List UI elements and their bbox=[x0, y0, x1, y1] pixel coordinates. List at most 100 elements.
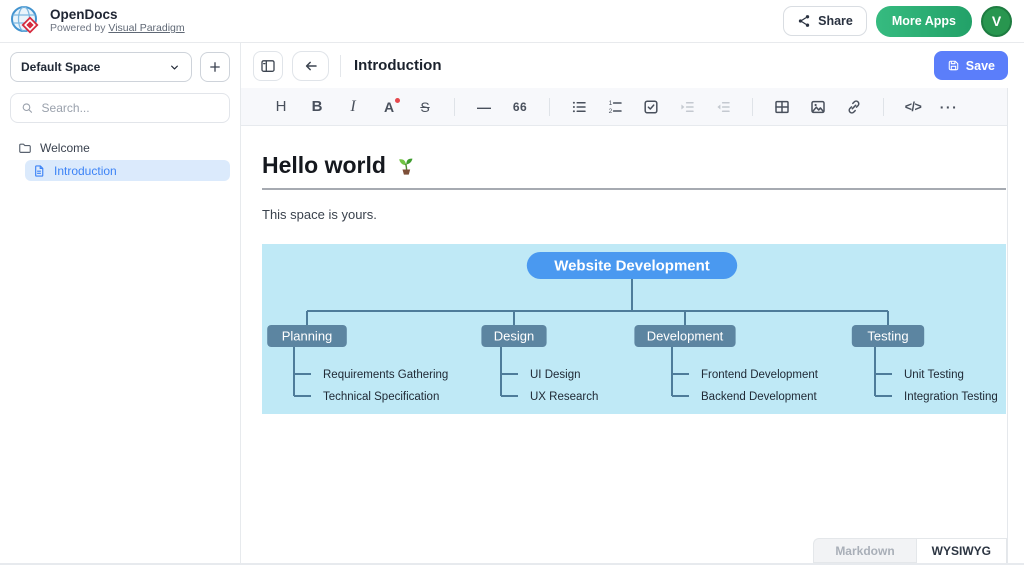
heading-button[interactable]: H bbox=[266, 93, 296, 121]
mindmap-leaf-label: UX Research bbox=[530, 391, 598, 403]
task-list-button[interactable] bbox=[636, 93, 666, 121]
powered-by-prefix: Powered by bbox=[50, 22, 108, 34]
bold-button-glyph: B bbox=[312, 98, 323, 115]
space-selector-value: Default Space bbox=[21, 60, 100, 74]
image-button[interactable] bbox=[803, 93, 833, 121]
formatting-toolbar: H B I A S — 66 12 </> ··· bbox=[241, 88, 1007, 126]
table-button[interactable] bbox=[767, 93, 797, 121]
link-button[interactable] bbox=[839, 93, 869, 121]
mindmap-leaf-label: Backend Development bbox=[701, 391, 818, 403]
mindmap-branch-label: Design bbox=[494, 329, 534, 344]
horizontal-rule-button[interactable]: — bbox=[469, 93, 499, 121]
plus-icon bbox=[208, 60, 222, 74]
panel-toggle-icon bbox=[260, 58, 276, 74]
document-paragraph: This space is yours. bbox=[262, 207, 1007, 222]
mindmap-branch-label: Testing bbox=[867, 329, 908, 344]
document-heading-text: Hello world bbox=[262, 152, 386, 179]
save-button[interactable]: Save bbox=[934, 51, 1008, 80]
opendocs-window: OpenDocs Powered by Visual Paradigm Shar… bbox=[0, 0, 1024, 565]
outdent-button bbox=[708, 93, 738, 121]
ordered-list-button[interactable]: 12 bbox=[600, 93, 630, 121]
sidebar-item-welcome[interactable]: Welcome bbox=[10, 137, 230, 158]
toolbar-divider bbox=[454, 98, 455, 116]
save-button-label: Save bbox=[966, 59, 995, 73]
page-title: Introduction bbox=[354, 57, 441, 74]
editor-header: Introduction Save bbox=[241, 43, 1024, 88]
share-button-label: Share bbox=[818, 14, 853, 28]
mindmap-leaf-label: Frontend Development bbox=[701, 369, 819, 381]
page-tree: Welcome Introduction bbox=[10, 137, 230, 181]
code-button-glyph: </> bbox=[905, 100, 922, 114]
mindmap-leaf-label: Integration Testing bbox=[904, 391, 998, 403]
more-button-glyph: ··· bbox=[940, 99, 959, 115]
mindmap-root-label: Website Development bbox=[554, 258, 710, 275]
search-icon bbox=[21, 101, 34, 115]
mindmap-leaf-label: Technical Specification bbox=[323, 391, 439, 403]
app-title: OpenDocs bbox=[50, 7, 185, 22]
italic-button-glyph: I bbox=[350, 98, 355, 116]
heading-button-glyph: H bbox=[276, 98, 287, 115]
mode-tab-markdown[interactable]: Markdown bbox=[813, 538, 915, 563]
arrow-left-icon bbox=[303, 58, 319, 74]
blockquote-button-glyph: 66 bbox=[513, 100, 527, 114]
document-heading: Hello world bbox=[262, 152, 1007, 179]
body: Default Space WelcomeIntrod bbox=[0, 43, 1024, 563]
brand-text: OpenDocs Powered by Visual Paradigm bbox=[50, 7, 185, 35]
top-header: OpenDocs Powered by Visual Paradigm Shar… bbox=[0, 0, 1024, 43]
font-color-button-glyph: A bbox=[384, 99, 394, 115]
more-button[interactable]: ··· bbox=[934, 93, 964, 121]
back-button[interactable] bbox=[292, 51, 329, 81]
sidebar: Default Space WelcomeIntrod bbox=[0, 43, 241, 563]
search-box[interactable] bbox=[10, 93, 230, 123]
blockquote-button[interactable]: 66 bbox=[505, 93, 535, 121]
scrollbar-gutter[interactable] bbox=[1007, 88, 1024, 563]
share-button[interactable]: Share bbox=[783, 6, 867, 36]
document-column: H B I A S — 66 12 </> ··· Hello world bbox=[241, 88, 1007, 563]
share-icon bbox=[797, 14, 811, 28]
more-apps-button[interactable]: More Apps bbox=[876, 6, 972, 37]
mindmap-leaf-label: Unit Testing bbox=[904, 369, 964, 381]
visual-paradigm-globe-icon bbox=[10, 5, 42, 37]
visual-paradigm-link[interactable]: Visual Paradigm bbox=[108, 22, 184, 34]
mindmap-branch-label: Development bbox=[647, 329, 724, 344]
sidebar-item-introduction[interactable]: Introduction bbox=[25, 160, 230, 181]
italic-button[interactable]: I bbox=[338, 93, 368, 121]
folder-icon bbox=[18, 141, 32, 155]
document-canvas[interactable]: Hello world This space is yours. Website… bbox=[241, 126, 1007, 563]
tree-item-label: Welcome bbox=[40, 141, 90, 155]
chevron-down-icon bbox=[168, 61, 181, 74]
mindmap-branch-label: Planning bbox=[282, 329, 333, 344]
mindmap-leaf-label: Requirements Gathering bbox=[323, 369, 448, 381]
indent-button bbox=[672, 93, 702, 121]
powered-by: Powered by Visual Paradigm bbox=[50, 22, 185, 35]
mindmap-diagram[interactable]: Website Development Requirements Gatherin… bbox=[262, 244, 1006, 414]
strikethrough-button[interactable]: S bbox=[410, 93, 440, 121]
user-avatar[interactable]: V bbox=[981, 6, 1012, 37]
toolbar-divider bbox=[752, 98, 753, 116]
svg-text:1: 1 bbox=[609, 100, 613, 107]
toolbar-divider bbox=[883, 98, 884, 116]
svg-text:2: 2 bbox=[609, 108, 613, 115]
space-selector[interactable]: Default Space bbox=[10, 52, 192, 82]
code-button[interactable]: </> bbox=[898, 93, 928, 121]
save-icon bbox=[947, 59, 960, 72]
mode-toggle: MarkdownWYSIWYG bbox=[813, 538, 1007, 563]
font-color-button[interactable]: A bbox=[374, 93, 404, 121]
editor-body: H B I A S — 66 12 </> ··· Hello world bbox=[241, 88, 1024, 563]
document-icon bbox=[32, 164, 46, 178]
toolbar-divider bbox=[549, 98, 550, 116]
brand: OpenDocs Powered by Visual Paradigm bbox=[10, 5, 185, 37]
editor: Introduction Save HBIAS—6612</>··· Hell bbox=[241, 43, 1024, 563]
horizontal-rule-button-glyph: — bbox=[477, 99, 491, 115]
panel-toggle-button[interactable] bbox=[253, 51, 283, 81]
add-page-button[interactable] bbox=[200, 52, 230, 82]
search-input[interactable] bbox=[42, 101, 219, 115]
bold-button[interactable]: B bbox=[302, 93, 332, 121]
header-actions: Share More Apps V bbox=[783, 6, 1012, 37]
seedling-emoji bbox=[395, 155, 417, 177]
header-divider bbox=[340, 55, 341, 77]
space-row: Default Space bbox=[10, 52, 230, 82]
bullet-list-button[interactable] bbox=[564, 93, 594, 121]
mode-tab-wysiwyg[interactable]: WYSIWYG bbox=[916, 538, 1007, 563]
strikethrough-button-glyph: S bbox=[420, 99, 429, 115]
